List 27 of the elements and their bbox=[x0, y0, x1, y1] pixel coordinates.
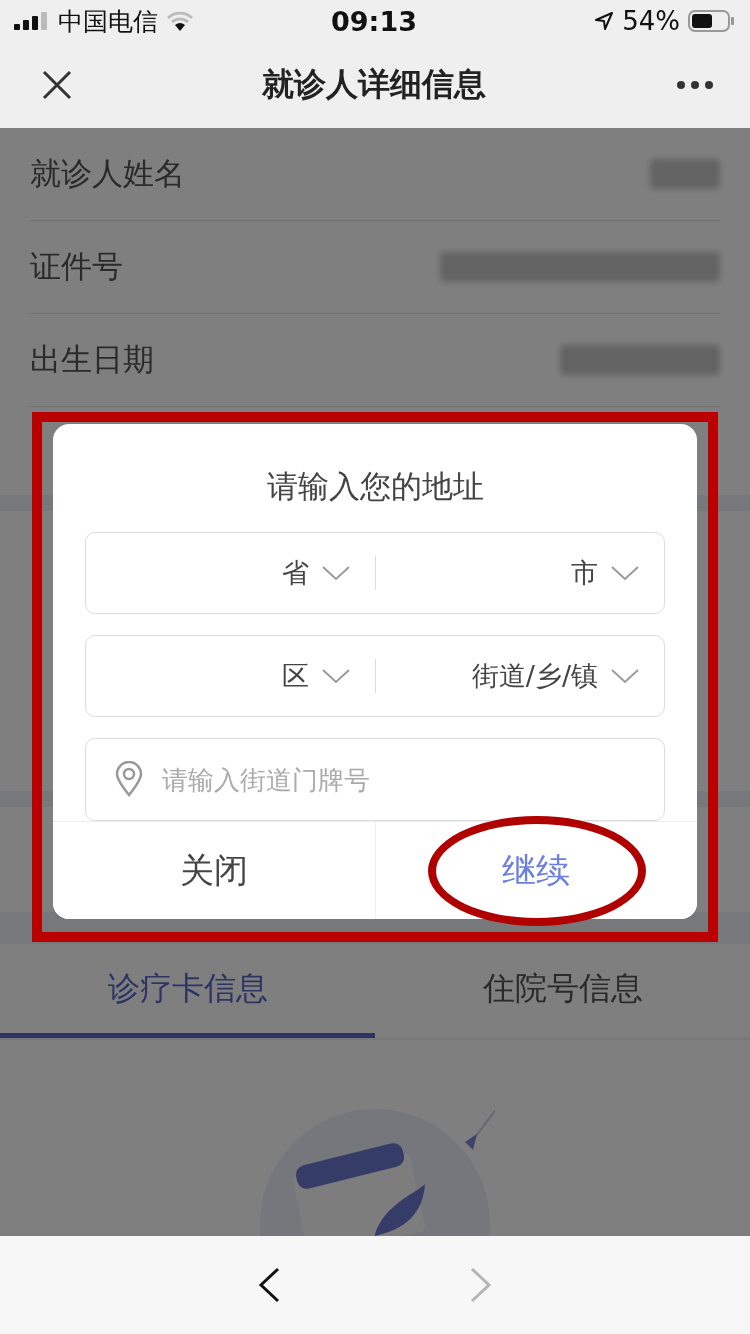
chevron-down-icon bbox=[320, 668, 351, 685]
field-label: 出生日期 bbox=[30, 340, 154, 379]
location-pin-icon bbox=[115, 761, 143, 798]
chevron-down-icon bbox=[610, 668, 640, 685]
dropdown-select[interactable]: 区 bbox=[86, 636, 375, 717]
tab[interactable]: 住院号信息 bbox=[375, 944, 750, 1038]
location-arrow-icon bbox=[594, 11, 615, 31]
address-field[interactable]: 请输入街道门牌号 bbox=[85, 738, 665, 822]
dropdown-select[interactable]: 街道/乡/镇 bbox=[375, 636, 664, 717]
page-title: 就诊人详细信息 bbox=[262, 64, 486, 105]
dropdown-select[interactable]: 市 bbox=[375, 533, 664, 614]
clock-time: 09:13 bbox=[331, 5, 417, 37]
chevron-down-icon bbox=[320, 565, 351, 582]
field-label: 证件号 bbox=[30, 247, 123, 286]
more-icon[interactable] bbox=[676, 80, 714, 90]
field-label: 就诊人姓名 bbox=[30, 154, 185, 193]
wifi-icon bbox=[166, 11, 194, 31]
chevron-down-icon bbox=[610, 565, 640, 582]
back-icon[interactable] bbox=[258, 1267, 280, 1303]
carrier-name: 中国电信 bbox=[58, 5, 158, 38]
dropdown-select[interactable]: 省 bbox=[86, 533, 375, 614]
battery-icon bbox=[688, 10, 734, 32]
close-icon[interactable] bbox=[42, 70, 72, 100]
dialog-title: 请输入您的地址 bbox=[266, 467, 484, 506]
signal-icon bbox=[14, 12, 50, 30]
redacted-value bbox=[650, 159, 720, 189]
battery-percent: 54% bbox=[622, 6, 680, 36]
